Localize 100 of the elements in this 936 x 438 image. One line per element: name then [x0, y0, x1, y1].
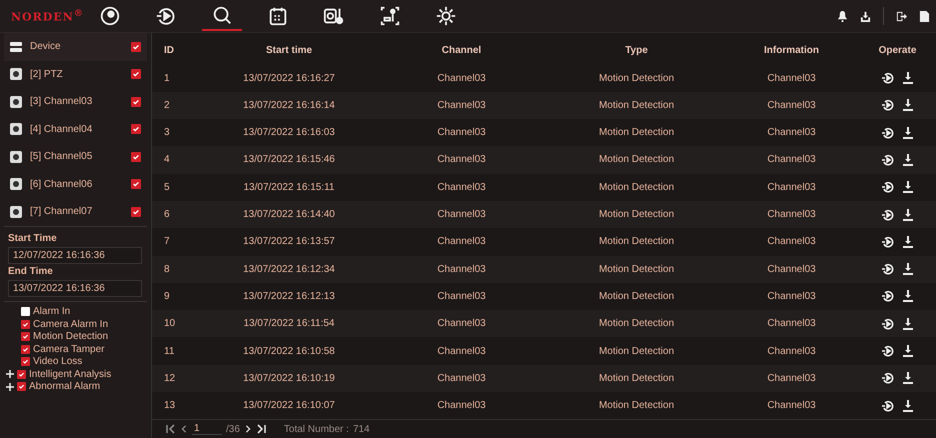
- checkbox[interactable]: [21, 307, 30, 316]
- checkbox[interactable]: [21, 320, 30, 329]
- checkbox[interactable]: [131, 179, 141, 190]
- device-item[interactable]: [4] Channel04: [30, 124, 123, 135]
- plus-icon[interactable]: [6, 370, 14, 378]
- gear-icon[interactable]: [435, 4, 457, 26]
- table-cell-text: 13/07/2022 16:16:03: [242, 127, 336, 138]
- table-cell-text: Channel03: [436, 154, 487, 166]
- page-field[interactable]: 1: [192, 423, 222, 436]
- table-cell-text: Channel03: [766, 264, 817, 275]
- download-icon[interactable]: [902, 181, 914, 194]
- download-icon[interactable]: [860, 10, 871, 22]
- playback-icon[interactable]: [882, 126, 894, 139]
- next-page-icon[interactable]: [244, 424, 252, 434]
- download-icon[interactable]: [902, 72, 914, 84]
- person-icon[interactable]: [379, 4, 401, 26]
- checkbox[interactable]: [17, 382, 26, 392]
- playback-icon[interactable]: [882, 400, 894, 412]
- start-time-label: Start Time: [8, 232, 58, 244]
- table-cell-text: Motion Detection: [598, 154, 676, 166]
- checkbox[interactable]: [131, 124, 141, 134]
- table-cell-text: Channel03: [766, 236, 817, 248]
- table-cell-text: Motion Detection: [598, 318, 676, 330]
- download-icon[interactable]: [902, 236, 914, 248]
- playback-icon[interactable]: [882, 154, 894, 166]
- search-icon[interactable]: [211, 4, 233, 26]
- camera-icon: [10, 123, 22, 136]
- checkbox[interactable]: [21, 344, 30, 354]
- device-item[interactable]: [2] PTZ: [30, 68, 123, 80]
- camera-icon: [10, 96, 22, 108]
- download-icon[interactable]: [902, 154, 914, 166]
- plus-icon[interactable]: [6, 382, 14, 391]
- table-cell-text: 13/07/2022 16:16:14: [242, 100, 336, 111]
- download-icon[interactable]: [902, 400, 914, 412]
- camera-icon: [10, 206, 22, 218]
- playback-icon[interactable]: [882, 372, 894, 384]
- device-item[interactable]: [3] Channel03: [30, 96, 123, 108]
- end-time-field[interactable]: 13/07/2022 16:16:36: [8, 280, 142, 296]
- playback-icon[interactable]: [882, 99, 894, 112]
- record-icon[interactable]: [99, 4, 121, 26]
- download-icon[interactable]: [902, 372, 914, 384]
- column-header: Start time: [264, 45, 314, 56]
- table-cell-text: Channel03: [436, 72, 487, 84]
- playback-icon[interactable]: [882, 290, 894, 302]
- playback-icon[interactable]: [882, 236, 894, 248]
- table-cell-text: 11: [163, 346, 176, 357]
- table-cell-text: 7: [163, 236, 171, 248]
- table-cell-text: Channel03: [766, 372, 817, 384]
- start-time-field[interactable]: 12/07/2022 16:16:36: [8, 246, 142, 264]
- checkbox[interactable]: [131, 152, 141, 162]
- alarm-type-label: Intelligent Analysis: [29, 368, 112, 380]
- bell-icon[interactable]: [837, 10, 848, 22]
- table-cell-text: Motion Detection: [598, 127, 676, 138]
- checkbox[interactable]: [21, 332, 30, 342]
- download-icon[interactable]: [902, 99, 914, 112]
- logout-icon[interactable]: [896, 10, 907, 22]
- device-item[interactable]: [6] Channel06: [30, 178, 123, 190]
- table-cell-text: Channel03: [766, 72, 817, 84]
- brand-logo: NORDEN$^{®}$: [11, 8, 84, 24]
- table-cell-text: Motion Detection: [598, 346, 676, 357]
- device-item[interactable]: [7] Channel07: [30, 206, 123, 218]
- table-cell-text: Channel03: [436, 346, 487, 357]
- checkbox[interactable]: [131, 69, 141, 80]
- checkbox[interactable]: [21, 357, 30, 366]
- table-cell-text: Channel03: [436, 318, 487, 330]
- playback-icon[interactable]: [882, 72, 894, 84]
- first-page-icon[interactable]: [166, 424, 176, 434]
- download-icon[interactable]: [902, 318, 914, 330]
- checkbox[interactable]: [131, 206, 141, 217]
- download-icon[interactable]: [902, 290, 914, 302]
- checkbox[interactable]: [131, 96, 141, 107]
- alarm-type-label: Camera Alarm In: [33, 318, 108, 330]
- checkbox[interactable]: [17, 370, 26, 379]
- table-cell-text: Motion Detection: [598, 182, 676, 193]
- table-cell-text: Channel03: [766, 318, 817, 330]
- download-icon[interactable]: [902, 126, 914, 139]
- playback-icon[interactable]: [882, 263, 894, 276]
- previous-page-icon[interactable]: [180, 424, 188, 434]
- checkbox[interactable]: [131, 42, 141, 52]
- table-cell-text: 13/07/2022 16:13:57: [242, 236, 336, 248]
- alarm-type-label: Abnormal Alarm: [29, 381, 100, 392]
- table-cell-text: 13/07/2022 16:14:40: [242, 209, 336, 220]
- table-cell-text: Motion Detection: [598, 236, 676, 248]
- playback-icon[interactable]: [882, 345, 894, 358]
- camera-icon: [10, 178, 22, 190]
- table-cell-text: Channel03: [436, 236, 487, 248]
- download-icon[interactable]: [902, 208, 914, 221]
- device-item[interactable]: [5] Channel05: [30, 151, 123, 162]
- download-icon[interactable]: [902, 345, 914, 358]
- file-icon[interactable]: [919, 10, 930, 22]
- playback-icon[interactable]: [882, 181, 894, 194]
- table-cell-text: Motion Detection: [598, 372, 676, 384]
- last-page-icon[interactable]: [256, 424, 266, 434]
- playback-icon[interactable]: [882, 208, 894, 221]
- table-cell-text: Channel03: [436, 290, 487, 302]
- table-cell-text: Channel03: [766, 290, 817, 302]
- table-cell-text: 5: [163, 182, 171, 193]
- table-cell-text: 13/07/2022 16:15:46: [242, 154, 336, 166]
- download-icon[interactable]: [902, 263, 914, 276]
- playback-icon[interactable]: [882, 318, 894, 330]
